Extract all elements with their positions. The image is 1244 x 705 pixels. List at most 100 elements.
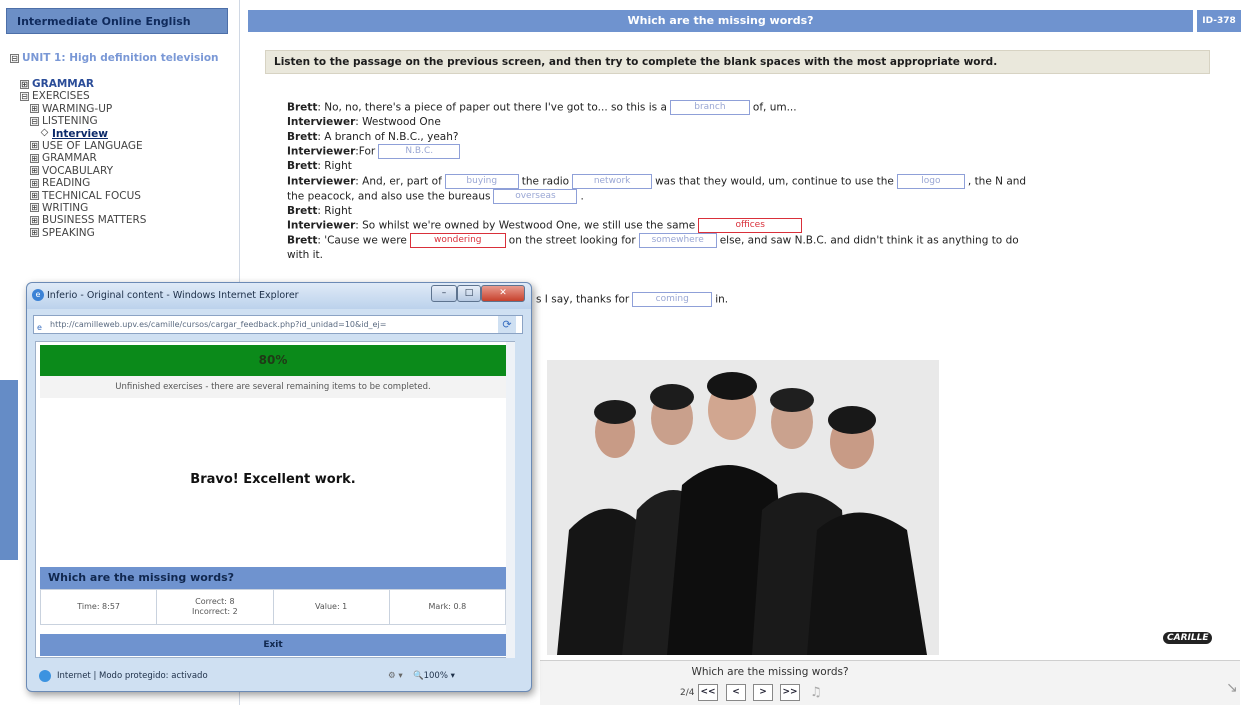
tree-item[interactable]: ⊞ USE OF LANGUAGE xyxy=(10,140,235,152)
tree-item-label: BUSINESS MATTERS xyxy=(42,214,147,227)
tree-item[interactable]: ⊞ SPEAKING xyxy=(10,227,235,239)
page-icon: e xyxy=(37,323,42,332)
passage-line: : A branch of N.B.C., yeah? xyxy=(317,130,459,143)
tree-item[interactable]: ⊞ GRAMMAR xyxy=(10,78,235,90)
tree-item[interactable]: ⊞ BUSINESS MATTERS xyxy=(10,214,235,226)
passage-line: . xyxy=(580,190,584,202)
tree-item-label: WARMING-UP xyxy=(42,102,113,115)
speaker-label: Interviewer xyxy=(287,145,356,158)
tree-toggle-icon[interactable]: ⊞ xyxy=(30,215,39,225)
passage-line: :For xyxy=(355,145,376,158)
tree-item[interactable]: ⊞ WRITING xyxy=(10,202,235,214)
tree-toggle-icon[interactable]: ⊞ xyxy=(30,166,39,176)
audio-icon[interactable]: ♫ xyxy=(810,685,822,700)
tree-item[interactable]: ⊞ TECHNICAL FOCUS xyxy=(10,190,235,202)
exit-button[interactable]: Exit xyxy=(40,634,506,656)
tree-item[interactable]: ⊟ EXERCISES xyxy=(10,90,235,102)
left-panel-strip xyxy=(0,380,18,560)
blank-input[interactable]: buying xyxy=(444,173,519,189)
tree-item[interactable]: ⊞ VOCABULARY xyxy=(10,165,235,177)
blank-input[interactable]: N.B.C. xyxy=(378,144,461,159)
page-number: 2/4 xyxy=(680,688,695,698)
band-photo xyxy=(547,360,939,655)
passage-line: the radio xyxy=(521,175,570,187)
passage-text: Brett: No, no, there's a piece of paper … xyxy=(287,100,1197,307)
blank-input[interactable]: wondering xyxy=(409,233,506,248)
blank-input[interactable]: network xyxy=(572,173,653,189)
tree-toggle-icon[interactable]: ⊞ xyxy=(30,228,39,238)
speaker-label: Brett xyxy=(287,101,318,114)
protected-mode-icon[interactable]: ⚙ ▾ xyxy=(388,666,403,686)
blank-input[interactable]: overseas xyxy=(493,188,578,204)
next-page-button[interactable]: > xyxy=(753,684,773,701)
close-button[interactable]: ✕ xyxy=(481,285,525,302)
summary-incorrect: Incorrect: 2 xyxy=(191,607,238,616)
zoom-level[interactable]: 🔍100% ▾ xyxy=(413,666,455,686)
tree-item[interactable]: ⊟ LISTENING xyxy=(10,115,235,127)
tree-item-label: GRAMMAR xyxy=(42,152,97,165)
blank-input[interactable]: somewhere xyxy=(638,233,717,248)
tree-item-label: SPEAKING xyxy=(42,226,95,239)
tree-item-label: READING xyxy=(42,177,91,190)
speaker-label: Interviewer xyxy=(287,175,356,187)
zoom-value: 100% xyxy=(423,671,448,681)
blank-input[interactable]: branch xyxy=(669,100,750,115)
speaker-label: Brett xyxy=(287,204,318,217)
address-bar[interactable]: e http://camilleweb.upv.es/camille/curso… xyxy=(33,315,523,334)
summary-correct-incorrect: Correct: 8 Incorrect: 2 xyxy=(157,590,274,624)
tree-toggle-icon[interactable]: ⊞ xyxy=(30,104,39,114)
tree-toggle-icon[interactable]: ⊞ xyxy=(30,141,39,151)
tree-toggle-icon[interactable]: ⊟ xyxy=(30,116,39,126)
previous-page-button[interactable]: < xyxy=(726,684,746,701)
tree-item-label: UNIT 1: High definition television xyxy=(22,52,219,64)
tree-item[interactable]: ⊞ GRAMMAR xyxy=(10,152,235,164)
tree-toggle-icon[interactable]: ⊞ xyxy=(30,191,39,201)
popup-scrollbar[interactable] xyxy=(506,342,515,658)
internet-zone-icon xyxy=(39,670,51,682)
passage-line: on the street looking for xyxy=(508,234,636,247)
browser-statusbar: Internet | Modo protegido: activado ⚙ ▾ … xyxy=(33,666,523,686)
tree-toggle-icon[interactable]: ⊞ xyxy=(30,203,39,213)
tree-toggle-icon[interactable]: ⊞ xyxy=(30,178,39,188)
popup-titlebar[interactable]: e Inferio - Original content - Windows I… xyxy=(27,283,531,309)
speaker-label: Brett xyxy=(287,130,318,143)
blank-input[interactable]: offices xyxy=(698,218,803,233)
zoom-icon: 🔍 xyxy=(413,671,424,681)
summary-time: Time: 8:57 xyxy=(41,590,158,624)
refresh-icon[interactable]: ⟳ xyxy=(498,316,516,333)
speaker-label: Brett xyxy=(287,160,318,172)
page-title: Which are the missing words? xyxy=(248,10,1193,32)
minimize-button[interactable]: – xyxy=(431,285,457,302)
tree-item[interactable]: ⊞ WARMING-UP xyxy=(10,103,235,115)
passage-line: of, um... xyxy=(752,101,797,114)
blank-input[interactable]: logo xyxy=(896,173,965,189)
passage-line: : 'Cause we were xyxy=(317,234,407,247)
blank-input[interactable]: coming xyxy=(632,291,713,307)
tree-item-label: Interview xyxy=(52,127,108,140)
tree-item[interactable]: ⊟ UNIT 1: High definition television xyxy=(10,52,235,78)
passage-line: : Westwood One xyxy=(355,116,441,128)
tree-item[interactable]: ⊞ READING xyxy=(10,177,235,189)
last-page-button[interactable]: >> xyxy=(780,684,800,701)
summary-table: Time: 8:57 Correct: 8 Incorrect: 2 Value:… xyxy=(40,589,506,625)
page-id-badge: ID-378 xyxy=(1197,10,1241,32)
tree-toggle-icon[interactable]: ⊟ xyxy=(10,53,19,63)
passage-line: : Right xyxy=(317,160,352,172)
tree-toggle-icon[interactable]: ◇ xyxy=(40,128,49,138)
tree-item-label: VOCABULARY xyxy=(42,164,113,177)
passage-line: : So whilst we're owned by Westwood One,… xyxy=(355,219,696,232)
bottom-navigation-bar xyxy=(540,660,1240,705)
first-page-button[interactable]: << xyxy=(698,684,718,701)
tree-item[interactable]: ◇ Interview xyxy=(10,128,235,140)
summary-value: Value: 1 xyxy=(274,590,390,624)
camille-logo: CARILLE xyxy=(1163,632,1213,644)
tree-toggle-icon[interactable]: ⊟ xyxy=(20,91,29,101)
summary-correct: Correct: 8 xyxy=(195,597,235,606)
ie-logo-icon: e xyxy=(32,289,44,301)
maximize-button[interactable]: □ xyxy=(457,285,481,302)
passage-line: : No, no, there's a piece of paper out t… xyxy=(317,101,667,114)
completion-status: Unfinished exercises - there are several… xyxy=(40,376,506,398)
tree-toggle-icon[interactable]: ⊞ xyxy=(20,79,29,89)
tree-toggle-icon[interactable]: ⊞ xyxy=(30,153,39,163)
tree-item-label: GRAMMAR xyxy=(32,78,94,90)
